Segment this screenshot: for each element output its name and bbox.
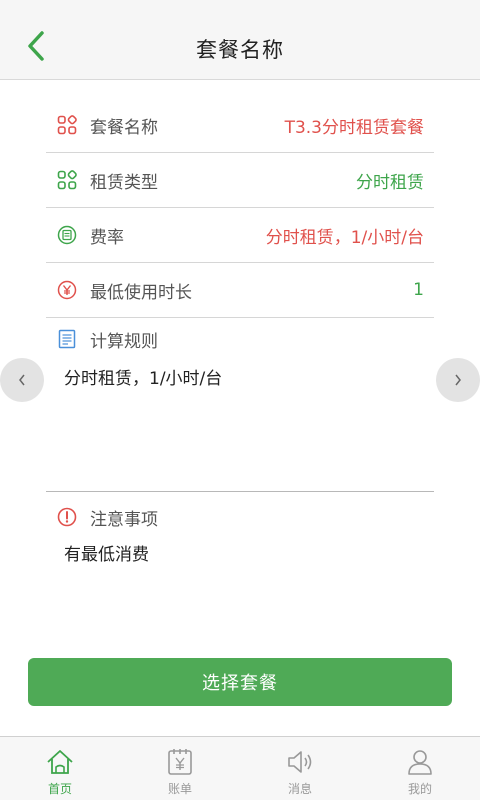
row-rate: 费率 分时租赁，1/小时/台	[46, 208, 434, 263]
select-package-button[interactable]: 选择套餐	[28, 658, 452, 706]
tab-label: 首页	[47, 782, 72, 796]
notice-title: 注意事项	[90, 509, 158, 530]
notice-text: 有最低消费	[64, 545, 149, 565]
tab-home[interactable]: 首页	[0, 737, 120, 800]
yen-icon	[56, 279, 78, 301]
bill-icon	[165, 747, 195, 777]
notice-section: 注意事项 有最低消费	[46, 498, 434, 578]
calculation-rules-section: 计算规则 分时租赁，1/小时/台	[46, 320, 434, 492]
chevron-right-icon	[455, 374, 461, 386]
row-value: 1	[413, 280, 424, 300]
page-title: 套餐名称	[196, 38, 284, 62]
document-icon	[56, 328, 78, 350]
next-button[interactable]	[436, 358, 480, 402]
tab-profile[interactable]: 我的	[360, 737, 480, 800]
rules-title: 计算规则	[90, 331, 158, 352]
tab-messages[interactable]: 消息	[240, 737, 360, 800]
row-label: 套餐名称	[90, 117, 158, 138]
warning-icon	[56, 506, 78, 528]
row-value: 分时租赁	[356, 172, 424, 193]
row-value: T3.3分时租赁套餐	[284, 117, 424, 138]
tab-label: 消息	[287, 782, 312, 796]
tab-label: 我的	[407, 782, 432, 796]
bottom-tab-bar: 首页 账单 消息 我的	[0, 736, 480, 800]
grid-green-icon	[56, 169, 78, 191]
row-label: 租赁类型	[90, 172, 158, 193]
home-icon	[45, 747, 75, 777]
row-label: 费率	[90, 227, 124, 248]
row-min-duration: 最低使用时长 1	[46, 263, 434, 318]
row-label: 最低使用时长	[90, 282, 192, 303]
tab-label: 账单	[167, 782, 192, 796]
grid-red-icon	[56, 114, 78, 136]
previous-button[interactable]	[0, 358, 44, 402]
header-bar: 套餐名称	[0, 0, 480, 80]
chevron-left-icon	[19, 374, 25, 386]
user-icon	[405, 747, 435, 777]
row-package-name: 套餐名称 T3.3分时租赁套餐	[46, 98, 434, 153]
row-rental-type: 租赁类型 分时租赁	[46, 153, 434, 208]
row-value: 分时租赁，1/小时/台	[265, 227, 424, 248]
rate-icon	[56, 224, 78, 246]
tab-bill[interactable]: 账单	[120, 737, 240, 800]
speaker-icon	[285, 747, 315, 777]
rules-text: 分时租赁，1/小时/台	[64, 369, 223, 389]
package-info-list: 套餐名称 T3.3分时租赁套餐 租赁类型 分时租赁 费率 分时租赁，1/小时/台…	[46, 98, 434, 318]
